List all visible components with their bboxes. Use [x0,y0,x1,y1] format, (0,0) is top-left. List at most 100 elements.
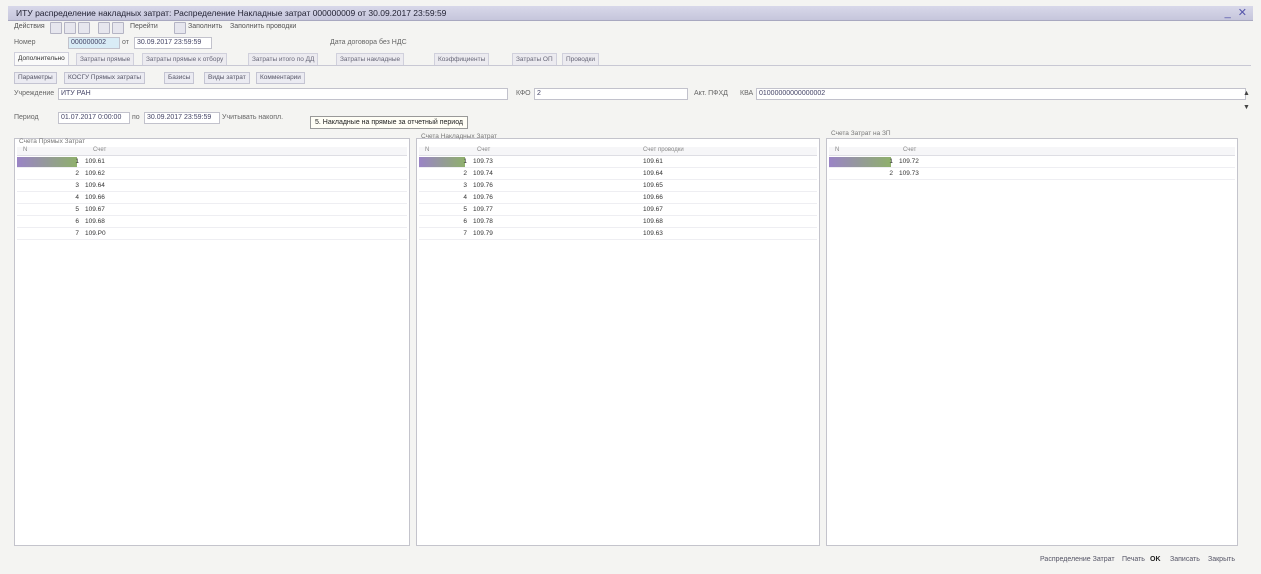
row-account: 109.76 [473,194,493,201]
vat-label: Дата договора без НДС [330,39,407,46]
subtab-bases[interactable]: Базисы [164,72,195,84]
row-posting: 109.63 [643,230,663,237]
row-account: 109.76 [473,182,493,189]
tab-direct-selection[interactable]: Затраты прямые к отбору [142,53,228,65]
subtab-comments[interactable]: Комментарии [256,72,305,84]
add-icon[interactable] [50,22,62,34]
table-row[interactable]: 6 109.78 109.68 [419,217,817,228]
table-row[interactable]: 3 109.64 [17,181,407,192]
table-row[interactable]: 4 109.66 [17,193,407,204]
table-row[interactable]: 7 109.79 109.63 [419,229,817,240]
table-row[interactable]: 1 109.72 [829,157,1235,168]
col-n: N [835,147,840,153]
table-row[interactable]: 2 109.73 [829,169,1235,180]
ok-button[interactable]: OK [1150,556,1161,563]
goto-menu[interactable]: Перейти [130,23,158,30]
row-number: 6 [75,218,79,225]
row-account: 109.78 [473,218,493,225]
subtab-kosgu[interactable]: КОСГУ Прямых затраты [64,72,146,84]
row-number: 3 [75,182,79,189]
row-posting: 109.68 [643,218,663,225]
row-number: 3 [463,182,467,189]
distribute-button[interactable]: Распределение Затрат [1040,556,1115,563]
period-to-label: по [132,114,140,121]
row-number: 5 [463,206,467,213]
tab-costs-total[interactable]: Затраты итого по ДД [248,53,319,65]
table-row[interactable]: 2 109.62 [17,169,407,180]
row-account: 109.73 [473,158,493,165]
row-number: 7 [75,230,79,237]
fill-button[interactable]: Заполнить [188,23,222,30]
kfo-field[interactable]: 2 [534,88,688,100]
row-number: 2 [75,170,79,177]
row-account: 109.74 [473,170,493,177]
period-from-field[interactable]: 01.07.2017 0:00:00 [58,112,130,124]
table-row[interactable]: 7 109.P0 [17,229,407,240]
col-account: Счет [903,147,917,153]
salary-costs-panel: Счета Затрат на ЗП N Счет 1 109.72 2 109… [826,130,1238,546]
table-row[interactable]: 4 109.76 109.66 [419,193,817,204]
row-posting: 109.64 [643,170,663,177]
tab-additional[interactable]: Дополнительно [14,52,69,65]
col-n: N [425,147,430,153]
table-row[interactable]: 2 109.74 109.64 [419,169,817,180]
row-number: 1 [75,158,79,165]
print-button[interactable]: Печать [1122,556,1145,563]
copy-icon[interactable] [64,22,76,34]
tab-overhead-costs[interactable]: Затраты накладные [336,53,405,65]
row-account: 109.66 [85,194,105,201]
bottom-bar: Распределение Затрат Печать OK Записать … [1040,556,1251,568]
row-number: 2 [889,170,893,177]
column-header: N Счет [17,147,407,156]
subtab-cost-types[interactable]: Виды затрат [204,72,250,84]
direct-costs-panel: Счета Прямых Затрат N Счет 1 109.61 2 10… [14,138,410,546]
save-button[interactable]: Записать [1170,556,1200,563]
panel-title: Счета Накладных Затрат [421,133,497,140]
up-icon[interactable] [98,22,110,34]
table-row[interactable]: 1 109.73 109.61 [419,157,817,168]
table-row[interactable]: 6 109.68 [17,217,407,228]
tooltip: 5. Накладные на прямые за отчетный перио… [310,116,469,129]
overhead-costs-panel: Счета Накладных Затрат N Счет Счет прово… [416,133,820,546]
help-icon[interactable] [174,22,186,34]
row-number: 1 [889,158,893,165]
institution-label: Учреждение [14,90,55,97]
scroll-up-icon[interactable]: ▲ [1243,90,1250,97]
toolbar: Действия Перейти Заполнить Заполнить про… [14,22,1251,34]
tab-postings[interactable]: Проводки [562,53,600,65]
table-row[interactable]: 5 109.67 [17,205,407,216]
col-n: N [23,147,28,153]
panel-title: Счета Прямых Затрат [19,138,86,145]
table-row[interactable]: 1 109.61 [17,157,407,168]
date-field[interactable]: 30.09.2017 23:59:59 [134,37,212,49]
row-account: 109.77 [473,206,493,213]
period-to-field[interactable]: 30.09.2017 23:59:59 [144,112,220,124]
tab-op-costs[interactable]: Затраты ОП [512,53,557,65]
row-account: 109.73 [899,170,919,177]
window-controls[interactable]: _ ✕ [1225,6,1249,19]
row-number: 4 [75,194,79,201]
tab-coefficients[interactable]: Коэффициенты [434,53,490,65]
kva-field[interactable]: 01000000000000002 [756,88,1246,100]
scroll-down-icon[interactable]: ▼ [1243,104,1250,111]
row-number: 5 [75,206,79,213]
period-row: Период 01.07.2017 0:00:00 по 30.09.2017 … [14,112,1251,124]
row-number: 7 [463,230,467,237]
row-posting: 109.65 [643,182,663,189]
act-label: Акт. ПФХД [694,90,728,97]
down-icon[interactable] [112,22,124,34]
close-button[interactable]: Закрыть [1208,556,1235,563]
institution-field[interactable]: ИТУ РАН [58,88,508,100]
tab-direct-costs[interactable]: Затраты прямые [76,53,135,65]
row-account: 109.64 [85,182,105,189]
fill-postings-button[interactable]: Заполнить проводки [230,23,296,30]
period-label: Период [14,114,39,121]
delete-icon[interactable] [78,22,90,34]
subtab-parameters[interactable]: Параметры [14,72,57,84]
col-account: Счет [93,147,107,153]
table-row[interactable]: 3 109.76 109.65 [419,181,817,192]
number-field[interactable]: 000000002 [68,37,120,49]
table-row[interactable]: 5 109.77 109.67 [419,205,817,216]
sub-tabs: Параметры КОСГУ Прямых затраты Базисы Ви… [14,72,1251,85]
actions-menu[interactable]: Действия [14,23,45,30]
